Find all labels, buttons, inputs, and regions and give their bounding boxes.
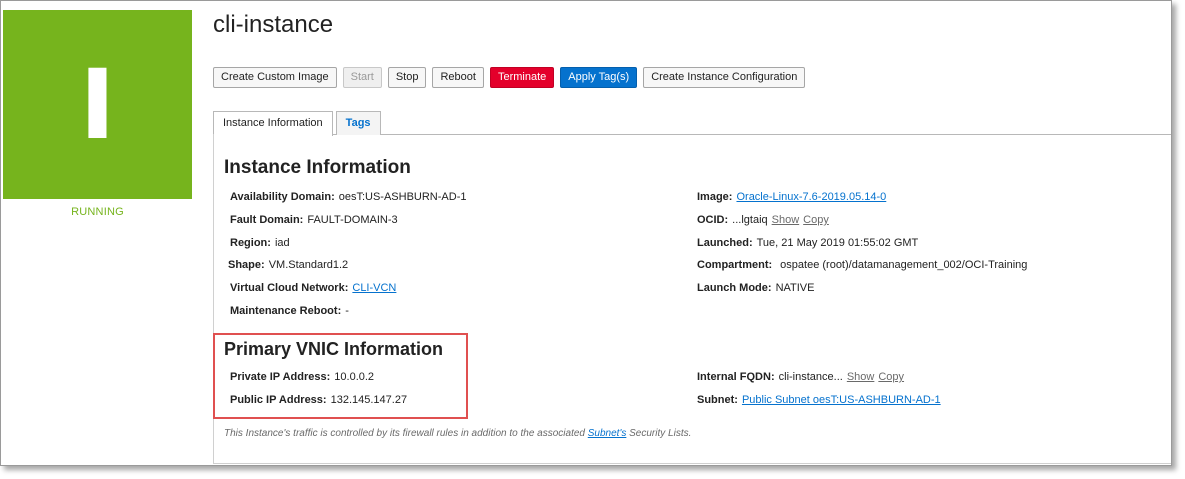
launch-mode-value: NATIVE <box>775 282 815 294</box>
maintenance-reboot-value: - <box>345 305 349 317</box>
private-ip-field: Private IP Address: 10.0.0.2 <box>230 371 374 383</box>
shape-value: VM.Standard1.2 <box>268 259 349 271</box>
footnote-suffix: Security Lists. <box>626 428 692 439</box>
fault-domain-field: Fault Domain: FAULT-DOMAIN-3 <box>230 214 398 226</box>
image-link[interactable]: Oracle-Linux-7.6-2019.05.14-0 <box>736 191 886 203</box>
private-ip-value: 10.0.0.2 <box>334 371 375 383</box>
instance-status-tile: I <box>3 10 192 199</box>
tab-tags[interactable]: Tags <box>335 111 381 135</box>
internal-fqdn-field: Internal FQDN: cli-instance... Show Copy <box>697 371 904 383</box>
instance-details-window: I RUNNING cli-instance Create Custom Ima… <box>0 0 1172 466</box>
tab-instance-information[interactable]: Instance Information <box>213 111 333 136</box>
ocid-field: OCID: ...lgtaiq Show Copy <box>697 214 829 226</box>
subnet-link[interactable]: Public Subnet oesT:US-ASHBURN-AD-1 <box>742 394 941 406</box>
availability-domain-value: oesT:US-ASHBURN-AD-1 <box>338 191 467 203</box>
compartment-label: Compartment: <box>697 259 773 271</box>
instance-information-heading: Instance Information <box>224 157 411 178</box>
image-label: Image: <box>697 191 733 203</box>
page-title: cli-instance <box>213 11 334 38</box>
create-instance-configuration-button[interactable]: Create Instance Configuration <box>643 67 806 88</box>
start-button[interactable]: Start <box>342 67 382 88</box>
firewall-footnote: This Instance's traffic is controlled by… <box>224 428 691 439</box>
fault-domain-label: Fault Domain: <box>230 214 304 226</box>
maintenance-reboot-label: Maintenance Reboot: <box>230 305 342 317</box>
compartment-field: Compartment: ospatee (root)/datamanagemen… <box>697 259 1027 271</box>
shape-field: Shape: VM.Standard1.2 <box>228 259 348 271</box>
footnote-prefix: This Instance's traffic is controlled by… <box>224 428 588 439</box>
region-field: Region: iad <box>230 237 290 249</box>
apply-tags-button[interactable]: Apply Tag(s) <box>560 67 638 88</box>
availability-domain-label: Availability Domain: <box>230 191 335 203</box>
vcn-label: Virtual Cloud Network: <box>230 282 349 294</box>
launch-mode-label: Launch Mode: <box>697 282 772 294</box>
ocid-copy-link[interactable]: Copy <box>803 214 829 226</box>
action-toolbar: Create Custom Image Start Stop Reboot Te… <box>213 67 811 88</box>
primary-vnic-heading: Primary VNIC Information <box>224 339 444 359</box>
create-custom-image-button[interactable]: Create Custom Image <box>213 67 337 88</box>
launched-field: Launched: Tue, 21 May 2019 01:55:02 GMT <box>697 237 918 249</box>
internal-fqdn-value: cli-instance... <box>778 371 843 383</box>
launched-value: Tue, 21 May 2019 01:55:02 GMT <box>756 237 919 249</box>
availability-domain-field: Availability Domain: oesT:US-ASHBURN-AD-1 <box>230 191 466 203</box>
image-field: Image: Oracle-Linux-7.6-2019.05.14-0 <box>697 191 886 203</box>
terminate-button[interactable]: Terminate <box>489 67 555 88</box>
ocid-value: ...lgtaiq <box>732 214 768 226</box>
footnote-subnet-link[interactable]: Subnet's <box>588 428 627 439</box>
maintenance-reboot-field: Maintenance Reboot: - <box>230 305 349 317</box>
region-label: Region: <box>230 237 271 249</box>
internal-fqdn-label: Internal FQDN: <box>697 371 775 383</box>
instance-letter-icon: I <box>79 48 116 161</box>
region-value: iad <box>274 237 290 249</box>
private-ip-label: Private IP Address: <box>230 371 331 383</box>
subnet-field: Subnet: Public Subnet oesT:US-ASHBURN-AD-… <box>697 394 941 406</box>
fqdn-copy-link[interactable]: Copy <box>878 371 904 383</box>
vcn-field: Virtual Cloud Network: CLI-VCN <box>230 282 396 294</box>
public-ip-label: Public IP Address: <box>230 394 327 406</box>
subnet-label: Subnet: <box>697 394 738 406</box>
instance-status-label: RUNNING <box>71 206 124 218</box>
reboot-button[interactable]: Reboot <box>432 67 484 88</box>
launched-label: Launched: <box>697 237 753 249</box>
launch-mode-field: Launch Mode: NATIVE <box>697 282 814 294</box>
shape-label: Shape: <box>228 259 265 271</box>
tab-bar: Instance Information Tags <box>213 111 384 136</box>
ocid-show-link[interactable]: Show <box>772 214 800 226</box>
fqdn-show-link[interactable]: Show <box>847 371 875 383</box>
public-ip-field: Public IP Address: 132.145.147.27 <box>230 394 407 406</box>
fault-domain-value: FAULT-DOMAIN-3 <box>307 214 398 226</box>
public-ip-value: 132.145.147.27 <box>330 394 408 406</box>
ocid-label: OCID: <box>697 214 729 226</box>
stop-button[interactable]: Stop <box>387 67 427 88</box>
compartment-value: ospatee (root)/datamanagement_002/OCI-Tr… <box>780 259 1028 271</box>
vcn-link[interactable]: CLI-VCN <box>352 282 396 294</box>
